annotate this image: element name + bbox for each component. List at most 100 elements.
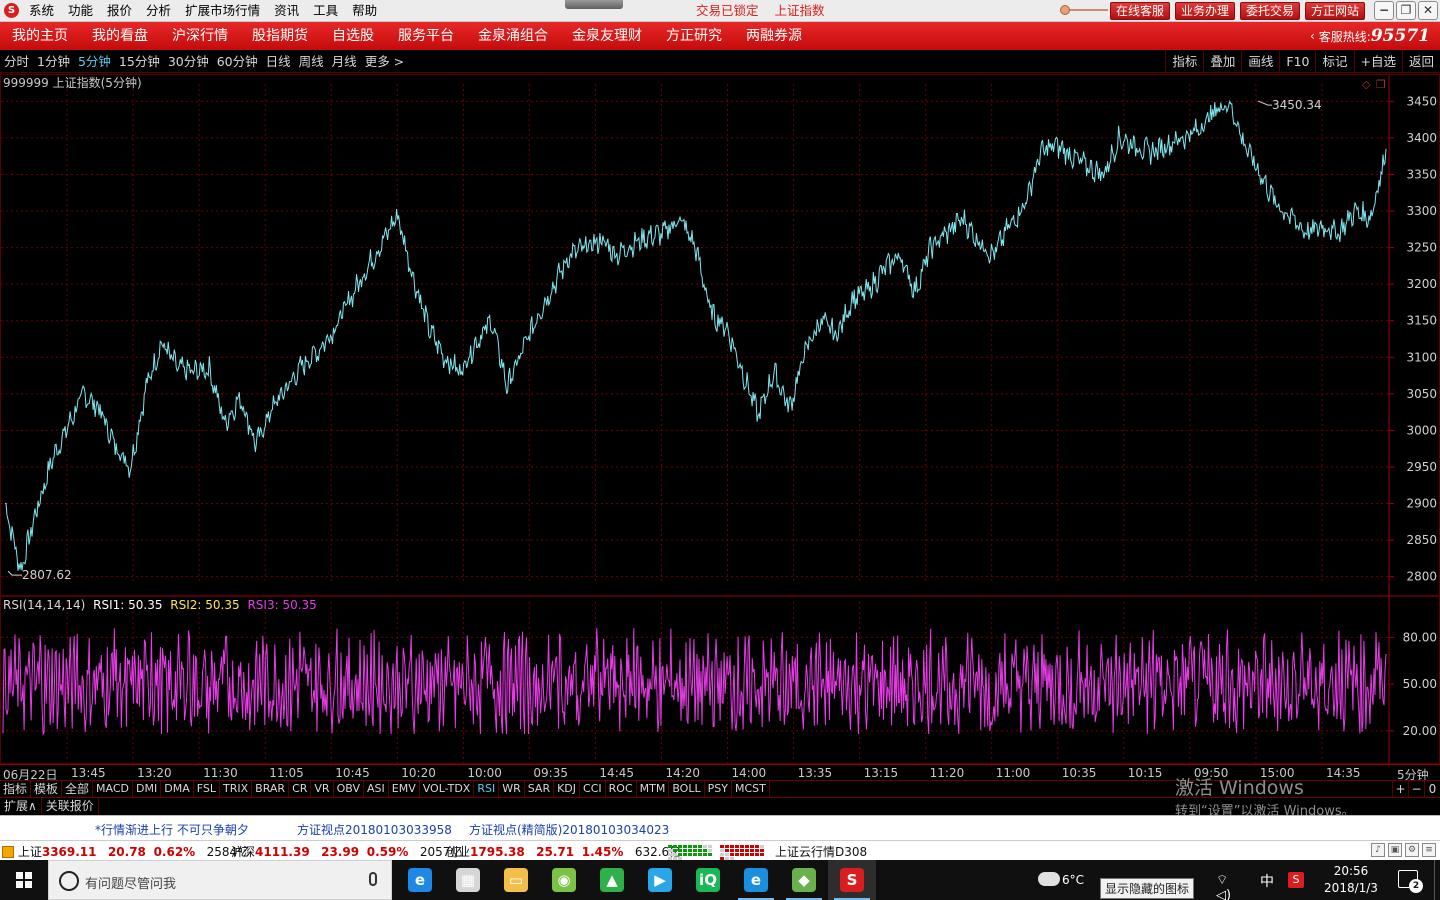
indicator-tab[interactable]: RSI <box>474 781 500 797</box>
chart-area[interactable]: 3450 3400 3350 3300 3250 3200 3150 3100 3050 3000… <box>0 74 1440 764</box>
chart-tool-button[interactable]: F10 <box>1279 51 1315 73</box>
slider-knob[interactable] <box>1060 5 1070 15</box>
indicator-tab[interactable]: 模板 <box>31 781 63 797</box>
indicator-tab[interactable]: CCI <box>580 781 606 797</box>
tab-extension[interactable]: 扩展∧ <box>0 798 42 814</box>
taskbar-app-video-player[interactable]: ▶ <box>636 860 684 900</box>
start-button[interactable] <box>0 860 48 900</box>
quick-button[interactable]: 在线客服 <box>1110 2 1171 20</box>
close-icon[interactable]: ✕ <box>1418 1 1438 20</box>
indicator-tab[interactable]: TRIX <box>220 781 253 797</box>
index-hs[interactable]: 沪深4111.39 23.99 0.59% 2057亿 <box>231 843 462 860</box>
period-tab[interactable]: 分时 <box>0 51 33 73</box>
period-tab[interactable]: 周线 <box>295 51 328 73</box>
show-desktop-button[interactable] <box>1434 860 1440 900</box>
menu-item[interactable]: 分析 <box>139 0 178 22</box>
quick-button[interactable]: 委托交易 <box>1240 2 1301 20</box>
indicator-size-button[interactable]: 0 <box>1424 781 1440 797</box>
index-sh[interactable]: 上证3369.11 20.78 0.62% 2584亿 <box>2 843 249 860</box>
nav-item[interactable]: 自选股 <box>320 22 386 50</box>
chart-tool-button[interactable]: 返回 <box>1401 51 1440 73</box>
sogou-icon[interactable]: S <box>1288 872 1304 888</box>
indicator-tab[interactable]: DMA <box>161 781 194 797</box>
news-item[interactable]: 方证视点20180103033958 <box>297 821 452 838</box>
indicator-tab[interactable]: OBV <box>334 781 364 797</box>
nav-item[interactable]: 金泉涌组合 <box>466 22 560 50</box>
period-tab[interactable]: 15分钟 <box>115 51 164 73</box>
menu-item[interactable]: 扩展市场行情 <box>178 0 267 22</box>
trade-lock-status[interactable]: 交易已锁定 <box>696 3 759 18</box>
nav-item[interactable]: 我的主页 <box>0 22 80 50</box>
indicator-tab[interactable]: BRAR <box>252 781 290 797</box>
chart-tool-button[interactable]: 指标 <box>1165 51 1203 73</box>
indicator-tab[interactable]: 全部 <box>62 781 94 797</box>
indicator-tab[interactable]: ROC <box>606 781 637 797</box>
minimize-icon[interactable]: − <box>1374 1 1394 20</box>
indicator-tab[interactable]: VOL-TDX <box>420 781 475 797</box>
restore-icon[interactable]: ❐ <box>1396 1 1416 20</box>
weather-cloud-icon[interactable] <box>1038 872 1060 886</box>
indicator-tab[interactable]: CR <box>289 781 312 797</box>
indicator-tab[interactable]: MCST <box>732 781 770 797</box>
transparency-slider[interactable] <box>1060 4 1108 15</box>
menu-item[interactable]: 工具 <box>306 0 345 22</box>
menu-item[interactable]: 资讯 <box>267 0 306 22</box>
indicator-tab[interactable]: BOLL <box>669 781 705 797</box>
period-tab[interactable]: 日线 <box>262 51 295 73</box>
bell-icon[interactable]: ♪ <box>1371 843 1385 857</box>
indicator-size-button[interactable]: − <box>1408 781 1424 797</box>
quick-button[interactable]: 业务办理 <box>1175 2 1236 20</box>
nav-item[interactable]: 股指期货 <box>240 22 320 50</box>
indicator-tab[interactable]: PSY <box>705 781 732 797</box>
indicator-size-button[interactable]: + <box>1392 781 1408 797</box>
menu-item[interactable]: 报价 <box>100 0 139 22</box>
taskbar-app-ie[interactable]: e <box>732 860 780 900</box>
period-tab[interactable]: 1分钟 <box>33 51 74 73</box>
chart-tool-button[interactable]: 画线 <box>1241 51 1279 73</box>
news-item[interactable]: *行情渐进上行 不可只争朝夕 <box>95 821 249 838</box>
nav-item[interactable]: 服务平台 <box>386 22 466 50</box>
indicator-tab[interactable]: DMI <box>133 781 162 797</box>
chevron-left-icon[interactable]: ‹ <box>1310 29 1315 43</box>
menu-item[interactable]: 功能 <box>61 0 100 22</box>
menu-item[interactable]: 帮助 <box>345 0 384 22</box>
action-center-icon[interactable]: 2 <box>1398 870 1423 893</box>
taskbar-app-explorer[interactable]: ▭ <box>492 860 540 900</box>
taskbar-app-store[interactable]: ▦ <box>444 860 492 900</box>
menu-item[interactable]: 系统 <box>22 0 61 22</box>
expand-icon[interactable]: ≡ <box>1422 843 1436 857</box>
indicator-tab[interactable]: VR <box>311 781 334 797</box>
nav-item[interactable]: 金泉友理财 <box>560 22 654 50</box>
cloud-quote-label[interactable]: 上证云行情D308 <box>775 843 867 860</box>
period-tab[interactable]: 30分钟 <box>164 51 213 73</box>
taskbar-app-green-app[interactable]: ▲ <box>588 860 636 900</box>
indicator-tab[interactable]: MTM <box>637 781 670 797</box>
period-tab[interactable]: 5分钟 <box>74 51 115 73</box>
nav-item[interactable]: 我的看盘 <box>80 22 160 50</box>
chart-tool-button[interactable]: +自选 <box>1353 51 1402 73</box>
indicator-tab[interactable]: ASI <box>364 781 389 797</box>
taskbar-app-browser-360[interactable]: ◉ <box>540 860 588 900</box>
period-tab[interactable]: 月线 <box>328 51 361 73</box>
taskbar-app-iqiyi[interactable]: iQ <box>684 860 732 900</box>
nav-item[interactable]: 沪深行情 <box>160 22 240 50</box>
quick-button[interactable]: 方正网站 <box>1305 2 1366 20</box>
taskbar-app-edge[interactable]: e <box>396 860 444 900</box>
indicator-tab[interactable]: 指标 <box>0 781 32 797</box>
chart-tool-button[interactable]: 标记 <box>1315 51 1353 73</box>
tab-related-quotes[interactable]: 关联报价 <box>42 798 99 814</box>
indicator-tab[interactable]: MACD <box>93 781 134 797</box>
indicator-tab[interactable]: FSL <box>194 781 220 797</box>
nav-item[interactable]: 两融券源 <box>734 22 814 50</box>
toolbar-handle[interactable] <box>565 0 623 9</box>
taskbar-app-network-app[interactable]: ◆ <box>780 860 828 900</box>
nav-item[interactable]: 方正研究 <box>654 22 734 50</box>
period-tab[interactable]: 更多 > <box>361 51 408 73</box>
chart-svg[interactable]: 3450 3400 3350 3300 3250 3200 3150 3100 3050 3000… <box>0 74 1440 764</box>
index-cy[interactable]: 创业1795.38 25.71 1.45% 632.6亿 <box>446 843 681 860</box>
indicator-tab[interactable]: SAR <box>525 781 555 797</box>
input-method[interactable]: 中 <box>1260 871 1274 891</box>
lock-icon[interactable]: ▣ <box>1388 843 1402 857</box>
settings-icon[interactable]: ⚙ <box>1405 843 1419 857</box>
clock[interactable]: 20:56 2018/1/3 <box>1316 863 1386 897</box>
